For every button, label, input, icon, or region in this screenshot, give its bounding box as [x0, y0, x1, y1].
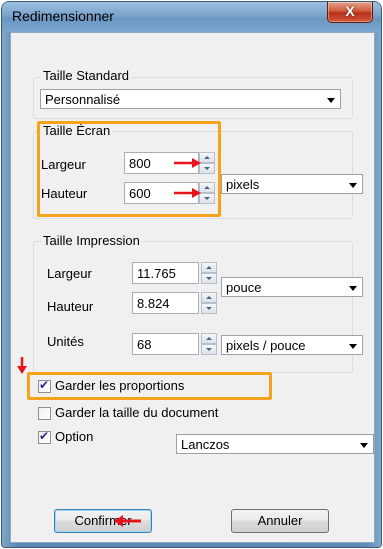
arrow-width-icon	[174, 158, 201, 168]
window-title: Redimensionner	[12, 8, 114, 24]
arrow-height-icon	[174, 188, 201, 198]
dialog-window: Redimensionner X Taille Standard Personn…	[2, 2, 381, 547]
dialog-client-area: Taille Standard Personnalisé Taille Écra…	[10, 32, 375, 543]
annotation-arrows	[17, 158, 201, 527]
title-bar[interactable]: Redimensionner X	[2, 2, 381, 32]
close-icon: X	[345, 3, 355, 19]
close-button[interactable]: X	[327, 2, 373, 23]
arrow-confirm-icon	[114, 515, 141, 527]
arrow-down-icon	[17, 357, 27, 374]
